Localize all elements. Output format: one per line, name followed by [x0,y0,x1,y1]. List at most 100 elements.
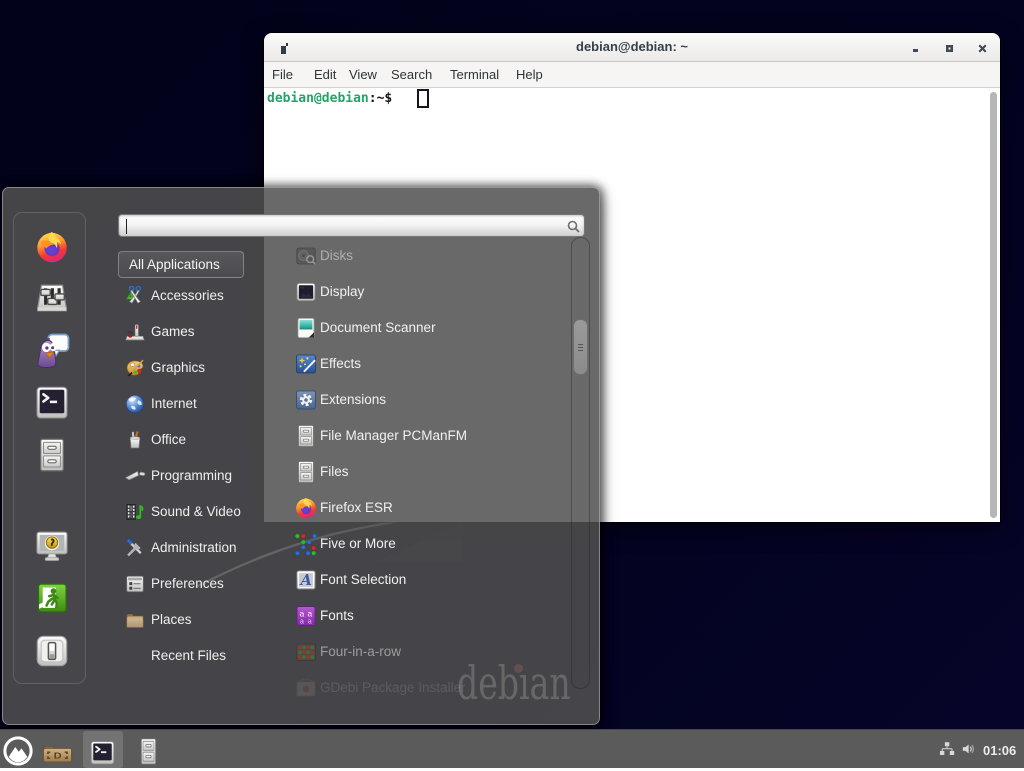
session-button-lock-screen[interactable] [34,528,70,564]
category-label: Graphics [151,360,205,375]
svg-text:A: A [299,572,312,589]
administration-icon [124,537,146,559]
category-label: Games [151,324,195,339]
app-label: File Manager PCManFM [320,428,467,443]
favorite-terminal[interactable] [34,385,70,421]
app-icon [294,424,318,448]
applications-menu: All Applications Accessories Games Graph… [2,187,600,725]
volume-icon [961,741,978,757]
search-input[interactable] [118,214,585,237]
menubar-item-help[interactable]: Help [516,67,543,82]
category-label: Preferences [151,576,224,591]
category-places[interactable]: Places [116,602,286,638]
clock[interactable]: 01:06 [983,743,1016,758]
terminal-menubar: File Edit View Search Terminal Help [264,62,1000,88]
lock-screen-icon [34,528,70,564]
favorite-pidgin[interactable] [34,333,70,369]
shutdown-icon [34,633,70,669]
app-file-manager-pcmanfm[interactable]: File Manager PCManFM [280,418,563,454]
settings-faders-icon [34,280,70,316]
app-effects[interactable]: Effects [280,346,563,382]
scrollbar-grip [578,350,583,351]
terminal-icon [89,740,116,766]
scrollbar-grip [578,347,583,348]
category-icon [124,465,146,487]
svg-text:a: a [300,608,305,618]
four-in-a-row-icon [294,640,318,664]
menubar-item-file[interactable]: File [272,67,293,82]
category-sound-video[interactable]: Sound & Video [116,494,286,530]
accessories-icon [124,285,146,307]
favorites-box [13,212,86,684]
app-four-in-a-row[interactable]: Four-in-a-row [280,634,563,670]
favorite-settings[interactable] [34,280,70,316]
panel-launcher-files[interactable] [137,737,160,766]
tray-network[interactable] [939,741,955,757]
category-label: Programming [151,468,232,483]
app-label: Effects [320,356,361,371]
category-label: Administration [151,540,237,555]
category-icon [124,573,146,595]
category-programming[interactable]: Programming [116,458,286,494]
session-button-shutdown[interactable] [34,633,70,669]
maximize-button[interactable] [944,43,955,54]
tray-volume[interactable] [961,741,978,757]
extensions-icon [294,388,318,412]
panel-launcher-file-manager[interactable]: D [42,741,73,765]
app-firefox-esr[interactable]: Firefox ESR [280,490,563,526]
app-icon [294,280,318,304]
menubar-item-search[interactable]: Search [391,67,432,82]
category-administration[interactable]: Administration [116,530,286,566]
app-disks[interactable]: Disks [280,238,563,274]
app-gdebi-package-installer[interactable]: GDebi Package Installer [280,670,563,706]
category-label: All Applications [129,257,220,272]
category-icon [124,537,146,559]
category-label: Places [151,612,192,627]
menubar-item-edit[interactable]: Edit [314,67,336,82]
places-icon [124,609,146,631]
menu-scrollbar-thumb[interactable] [573,319,588,375]
app-label: Disks [320,248,353,263]
session-button-logout[interactable] [34,580,70,616]
app-label: Fonts [320,608,354,623]
category-all-applications[interactable]: All Applications [118,251,244,278]
gdebi-icon [294,676,318,700]
category-internet[interactable]: Internet [116,386,286,422]
shell-prompt: debian@debian:~$ [267,91,392,106]
category-graphics[interactable]: Graphics [116,350,286,386]
category-icon [124,501,146,523]
app-font-selection[interactable]: A Font Selection [280,562,563,598]
category-preferences[interactable]: Preferences [116,566,286,602]
menubar-item-terminal[interactable]: Terminal [450,67,499,82]
minimize-button[interactable] [911,43,922,54]
terminal-scrollbar[interactable] [990,92,997,518]
app-label: Firefox ESR [320,500,393,515]
window-title: debian@debian: ~ [264,39,1000,54]
app-extensions[interactable]: Extensions [280,382,563,418]
category-games[interactable]: Games [116,314,286,350]
close-button[interactable] [977,43,988,54]
favorite-firefox[interactable] [34,229,70,265]
category-accessories[interactable]: Accessories [116,278,286,314]
app-files[interactable]: Files [280,454,563,490]
app-icon: a a a a [294,604,318,628]
firefox-icon [34,229,70,265]
panel-launcher-terminal[interactable] [89,740,116,766]
favorite-files[interactable] [34,437,70,473]
app-icon [294,388,318,412]
category-icon [124,429,146,451]
menubar-item-view[interactable]: View [349,67,377,82]
panel-launcher-menu[interactable] [3,736,33,766]
app-display[interactable]: Display [280,274,563,310]
menu-scrollbar-track[interactable] [571,237,590,689]
app-document-scanner[interactable]: Document Scanner [280,310,563,346]
app-five-or-more[interactable]: Five or More [280,526,563,562]
display-icon [294,280,318,304]
app-fonts[interactable]: a a a aFonts [280,598,563,634]
app-icon: A [294,568,318,592]
terminal-titlebar[interactable]: debian@debian: ~ [264,33,1000,62]
app-label: Four-in-a-row [320,644,401,659]
category-office[interactable]: Office [116,422,286,458]
app-label: Font Selection [320,572,406,587]
category-recent-files[interactable]: Recent Files [116,638,286,674]
